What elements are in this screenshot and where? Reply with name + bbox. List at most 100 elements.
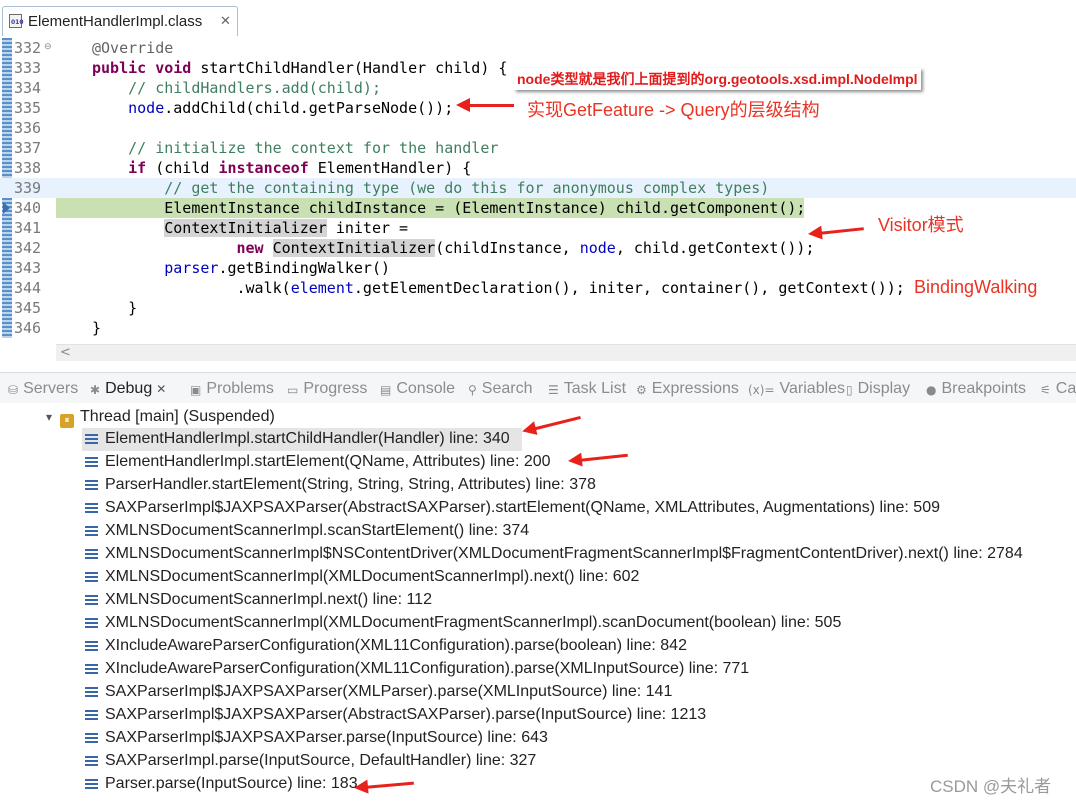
stack-frame[interactable]: XMLNSDocumentScannerImpl(XMLDocumentScan… — [82, 566, 1062, 589]
stack-frame[interactable]: XMLNSDocumentScannerImpl$NSContentDriver… — [82, 543, 1062, 566]
code-text-area: ElementInstance childInstance = (Element… — [56, 198, 805, 218]
code-line[interactable]: 337 // initialize the context for the ha… — [0, 138, 1076, 158]
tab-console[interactable]: ▤ Console — [380, 380, 455, 398]
stack-frame-label: ElementHandlerImpl.startElement(QName, A… — [105, 453, 551, 470]
code-text-area: // get the containing type (we do this f… — [56, 178, 806, 198]
stack-frame-label: XMLNSDocumentScannerImpl(XMLDocumentScan… — [105, 568, 640, 585]
stack-frame[interactable]: XMLNSDocumentScannerImpl.scanStartElemen… — [82, 520, 1062, 543]
tab-debug[interactable]: ✱ Debug ✕ — [90, 380, 166, 398]
problems-icon: ▣ — [190, 383, 202, 397]
watermark: CSDN @夫礼者 — [930, 777, 1052, 796]
line-number: 335 — [14, 99, 42, 117]
code-text: .walk(element.getElementDeclaration(), i… — [92, 279, 905, 297]
line-number: 344 — [14, 279, 42, 297]
line-number: 340 — [14, 199, 42, 217]
servers-icon: ⛁ — [8, 383, 19, 397]
code-line[interactable]: 343 parser.getBindingWalker() — [0, 258, 1076, 278]
close-icon[interactable]: ✕ — [220, 14, 231, 29]
stack-frame[interactable]: SAXParserImpl$JAXPSAXParser(XMLParser).p… — [82, 681, 1062, 704]
code-line[interactable]: 339 // get the containing type (we do th… — [0, 178, 1076, 198]
code-text: parser.getBindingWalker() — [164, 259, 391, 277]
tab-progress[interactable]: ▭ Progress — [287, 380, 367, 398]
stack-frame[interactable]: SAXParserImpl.parse(InputSource, Default… — [82, 750, 1062, 773]
tab-label: Variables — [779, 380, 846, 397]
stack-frame-icon — [85, 756, 98, 766]
code-line[interactable]: 338 if (child instanceof ElementHandler)… — [0, 158, 1076, 178]
tab-expressions[interactable]: ⚙ Expressions — [636, 380, 739, 398]
line-number: 342 — [14, 239, 42, 257]
code-text: // initialize the context for the handle… — [128, 139, 499, 157]
stack-frame-icon — [85, 618, 98, 628]
getfeature-note: 实现GetFeature -> Query的层级结构 — [527, 100, 820, 120]
tab-servers[interactable]: ⛁ Servers — [8, 380, 78, 398]
tab-variables[interactable]: (x)= Variables — [748, 380, 845, 398]
stack-frame-label: SAXParserImpl$JAXPSAXParser(AbstractSAXP… — [105, 706, 707, 723]
fold-icon[interactable]: ⊖ — [44, 42, 52, 52]
stack-frame[interactable]: ParserHandler.startElement(String, Strin… — [82, 474, 1062, 497]
stack-frame-label: XMLNSDocumentScannerImpl.next() line: 11… — [105, 591, 432, 608]
tab-breakpoints[interactable]: ● Breakpoints — [926, 380, 1026, 398]
display-icon: ▯ — [846, 383, 853, 397]
tab-search[interactable]: ⚲ Search — [468, 380, 533, 398]
code-line[interactable]: 346} — [0, 318, 1076, 338]
code-text-area: parser.getBindingWalker() — [56, 258, 806, 278]
chevron-down-icon[interactable]: ▾ — [46, 410, 52, 424]
code-text-area: new ContextInitializer(childInstance, no… — [56, 238, 815, 258]
stack-frame-label: SAXParserImpl.parse(InputSource, Default… — [105, 752, 537, 769]
stack-frame[interactable]: Parser.parse(InputSource) line: 183 — [82, 773, 1062, 796]
stack-frame[interactable]: XMLNSDocumentScannerImpl.next() line: 11… — [82, 589, 1062, 612]
stack-frame[interactable]: XIncludeAwareParserConfiguration(XML11Co… — [82, 635, 1062, 658]
tab-label: Breakpoints — [941, 380, 1026, 397]
horizontal-scrollbar[interactable]: < — [56, 344, 1076, 361]
tab-label: Ca — [1055, 380, 1076, 397]
line-number: 333 — [14, 59, 42, 77]
scroll-left-icon[interactable]: < — [60, 345, 71, 360]
code-line[interactable]: 342 new ContextInitializer(childInstance… — [0, 238, 1076, 258]
stack-frame-icon — [85, 572, 98, 582]
stack-frame-label: ElementHandlerImpl.startChildHandler(Han… — [105, 430, 510, 447]
ca-icon: ⚟ — [1040, 383, 1051, 397]
breakpoints-icon: ● — [926, 383, 937, 397]
editor-tab-elementhandlerimpl[interactable]: 010 ElementHandlerImpl.class ✕ — [2, 6, 238, 36]
tab-problems[interactable]: ▣ Problems — [190, 380, 274, 398]
stack-frame-label: SAXParserImpl$JAXPSAXParser(AbstractSAXP… — [105, 499, 940, 516]
code-text-area: } — [56, 298, 806, 318]
arrow-icon — [456, 98, 514, 112]
line-number: 346 — [14, 319, 42, 337]
code-text-area: ContextInitializer initer = — [56, 218, 806, 238]
stack-frame[interactable]: XMLNSDocumentScannerImpl(XMLDocumentFrag… — [82, 612, 1062, 635]
line-number: 336 — [14, 119, 42, 137]
visitor-note: Visitor模式 — [878, 215, 964, 235]
code-text-area: } — [56, 318, 806, 338]
stack-frame[interactable]: SAXParserImpl$JAXPSAXParser(AbstractSAXP… — [82, 704, 1062, 727]
stack-frame-label: ParserHandler.startElement(String, Strin… — [105, 476, 596, 493]
tab-display[interactable]: ▯ Display — [846, 380, 910, 398]
close-icon[interactable]: ✕ — [156, 382, 166, 396]
editor-tab-title: ElementHandlerImpl.class — [28, 13, 203, 30]
code-line[interactable]: 345 } — [0, 298, 1076, 318]
tab-label: Expressions — [651, 380, 739, 397]
code-line[interactable]: 332 ⊖ @Override — [0, 38, 1076, 58]
code-text: // get the containing type (we do this f… — [164, 179, 770, 197]
stack-frame-icon — [85, 549, 98, 559]
stack-frame[interactable]: ElementHandlerImpl.startChildHandler(Han… — [82, 428, 522, 451]
class-file-icon: 010 — [9, 14, 24, 28]
stack-frame[interactable]: XIncludeAwareParserConfiguration(XML11Co… — [82, 658, 1062, 681]
task-list-icon: ☰ — [548, 383, 559, 397]
debug-icon: ✱ — [90, 383, 101, 397]
stack-frame-icon — [85, 664, 98, 674]
tab-label: Problems — [206, 380, 274, 397]
stack-frame[interactable]: SAXParserImpl$JAXPSAXParser.parse(InputS… — [82, 727, 1062, 750]
stack-frame-label: Parser.parse(InputSource) line: 183 — [105, 775, 358, 792]
code-text: if (child instanceof ElementHandler) { — [128, 159, 472, 177]
debug-stack-tree[interactable]: ▾ ⏸ Thread [main] (Suspended) ElementHandl… — [0, 403, 1076, 801]
stack-frame[interactable]: SAXParserImpl$JAXPSAXParser(AbstractSAXP… — [82, 497, 1062, 520]
thread-main[interactable]: ▾ ⏸ Thread [main] (Suspended) — [46, 408, 275, 428]
stack-frame-icon — [85, 710, 98, 720]
tab-task-list[interactable]: ☰ Task List — [548, 380, 626, 398]
code-text: public void startChildHandler(Handler ch… — [92, 59, 508, 77]
code-text-area: @Override — [56, 38, 806, 58]
thread-label: Thread [main] (Suspended) — [80, 408, 275, 425]
bindingwalking-note: BindingWalking — [914, 277, 1038, 297]
tab-ca[interactable]: ⚟ Ca — [1040, 380, 1076, 398]
